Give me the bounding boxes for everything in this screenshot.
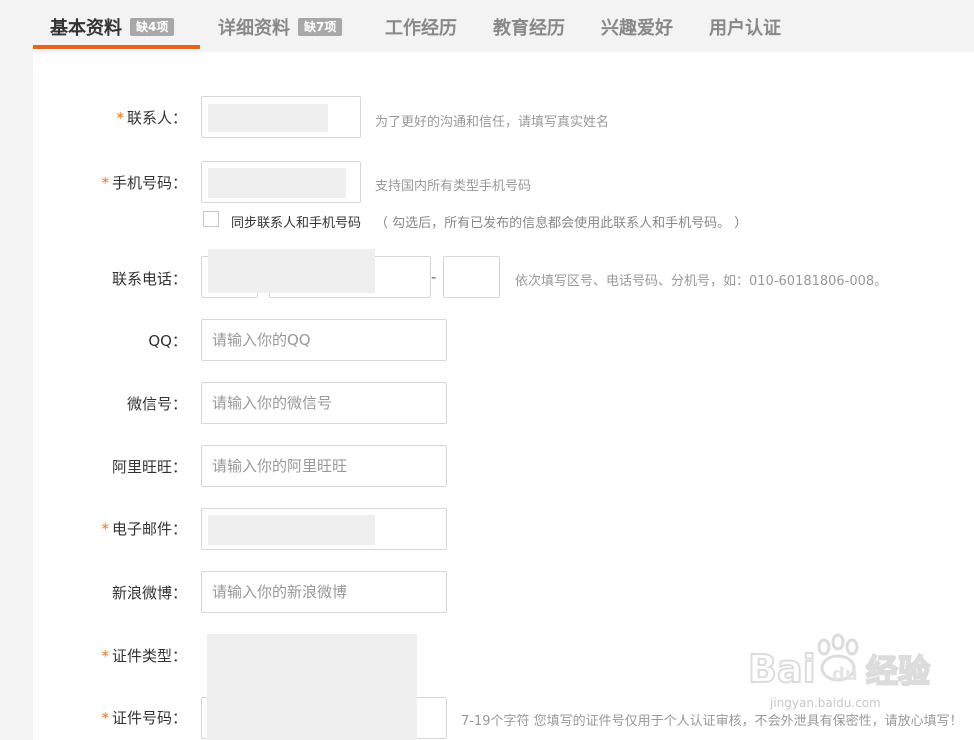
id-type-label: * 证件类型： [101,647,187,665]
qq-input[interactable] [201,319,447,361]
redacted-value [208,104,328,132]
tab-label: 详细资料 [218,18,290,39]
redacted-value [208,249,375,293]
watermark-brand-du: du [832,664,858,685]
id-number-hint: 7-19个字符 您填写的证件号仅用于个人认证审核，不会外泄具有保密性，请放心填写… [461,714,963,729]
watermark-brand: Bai [748,647,816,691]
sync-checkbox[interactable] [203,211,219,227]
redacted-value [208,515,375,545]
required-mark: * [101,174,109,192]
qq-label: QQ： [148,332,187,350]
wechat-label: 微信号： [126,395,187,413]
contact-hint: 为了更好的沟通和信任，请填写真实姓名 [375,115,610,130]
phone-hint: 依次填写区号、电话号码、分机号，如：010-60181806-008。 [515,274,888,289]
contact-label: * 联系人： [116,109,187,127]
aliwangwang-label: 阿里旺旺： [111,458,187,476]
required-mark: * [101,647,109,665]
tab-detail-info[interactable]: 详细资料 缺7项 [218,14,343,40]
weibo-input[interactable] [201,571,447,613]
redacted-value [207,690,417,740]
missing-badge: 缺4项 [130,18,175,36]
phone-separator: - [431,268,437,286]
id-number-label: * 证件号码： [101,709,187,727]
tab-work-experience[interactable]: 工作经历 [385,14,457,40]
missing-badge: 缺7项 [298,18,343,36]
sync-note: （ 勾选后，所有已发布的信息都会使用此联系人和手机号码。 ） [375,216,748,231]
mobile-hint: 支持国内所有类型手机号码 [375,179,532,194]
required-mark: * [116,109,124,127]
baidu-jingyan-watermark: Bai du 经验 [748,633,931,692]
mobile-label: * 手机号码： [101,174,187,192]
redacted-value [208,168,346,198]
watermark-suffix: 经验 [866,652,930,690]
tab-verification[interactable]: 用户认证 [709,14,781,40]
tab-basic-info[interactable]: 基本资料 缺4项 [50,14,175,40]
active-tab-indicator [33,45,200,49]
sync-checkbox-label: 同步联系人和手机号码（ 勾选后，所有已发布的信息都会使用此联系人和手机号码。 ） [231,216,748,231]
required-mark: * [101,709,109,727]
extension-input[interactable] [443,256,500,298]
phone-label: 联系电话： [111,270,187,288]
email-label: * 电子邮件： [101,520,187,538]
profile-tabs: 基本资料 缺4项 详细资料 缺7项 工作经历 教育经历 兴趣爱好 用户认证 [0,0,974,52]
tab-education[interactable]: 教育经历 [493,14,565,40]
weibo-label: 新浪微博： [111,584,187,602]
tab-interests[interactable]: 兴趣爱好 [601,14,673,40]
tab-label: 基本资料 [50,18,122,39]
wechat-input[interactable] [201,382,447,424]
required-mark: * [101,520,109,538]
watermark-url: jingyan.baidu.com [770,696,881,710]
aliwangwang-input[interactable] [201,445,447,487]
